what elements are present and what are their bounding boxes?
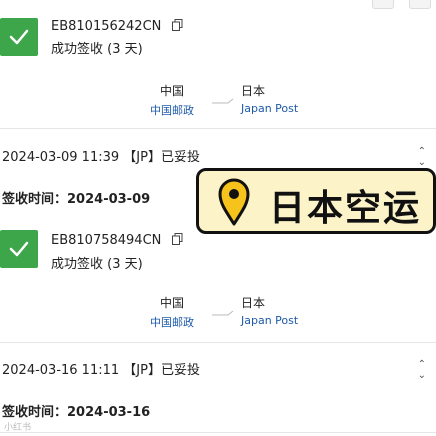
- route-arrow-icon: [211, 302, 235, 321]
- watermark: 小红书: [4, 423, 32, 433]
- route-arrow-icon: [211, 90, 235, 109]
- route-destination: 日本 Japan Post: [241, 294, 298, 327]
- signed-time: 签收时间：2024-03-16: [2, 405, 151, 420]
- expand-chevron-icon[interactable]: ⌃ ⌄: [418, 146, 426, 168]
- origin-carrier-link[interactable]: 中国邮政: [146, 102, 198, 118]
- divider: [0, 432, 436, 433]
- latest-event-row[interactable]: 2024-03-16 11:11 【JP】已妥投 ⌃ ⌄: [2, 359, 426, 381]
- delivery-status: 成功签收 (3 天): [51, 42, 143, 57]
- destination-country: 日本: [241, 296, 266, 310]
- route-origin: 中国 中国邮政: [146, 294, 198, 330]
- top-button-left[interactable]: [372, 0, 394, 9]
- route-origin: 中国 中国邮政: [146, 82, 198, 118]
- destination-carrier-link[interactable]: Japan Post: [241, 314, 298, 327]
- delivery-status: 成功签收 (3 天): [51, 257, 143, 272]
- delivered-check-icon: [0, 230, 38, 268]
- origin-country: 中国: [159, 296, 184, 310]
- route-destination: 日本 Japan Post: [241, 82, 298, 115]
- expand-chevron-icon[interactable]: ⌃ ⌄: [418, 359, 426, 381]
- copy-icon[interactable]: [171, 19, 183, 35]
- copy-icon[interactable]: [171, 233, 183, 249]
- delivered-check-icon: [0, 18, 38, 56]
- origin-carrier-link[interactable]: 中国邮政: [146, 314, 198, 330]
- tracking-number: EB810758494CN: [51, 233, 183, 249]
- signed-time: 签收时间：2024-03-09: [2, 192, 151, 207]
- overlay-badge: 日本空运: [196, 168, 436, 234]
- top-button-right[interactable]: [409, 0, 431, 9]
- divider: [0, 342, 436, 343]
- latest-event: 2024-03-16 11:11 【JP】已妥投: [2, 363, 200, 378]
- destination-carrier-link[interactable]: Japan Post: [241, 102, 298, 115]
- latest-event-row[interactable]: 2024-03-09 11:39 【JP】已妥投 ⌃ ⌄: [2, 146, 426, 168]
- overlay-title: 日本空运: [269, 188, 422, 229]
- origin-country: 中国: [159, 84, 184, 98]
- tracking-number: EB810156242CN: [51, 19, 183, 35]
- divider: [0, 128, 436, 129]
- map-pin-icon: [217, 177, 251, 231]
- destination-country: 日本: [241, 84, 266, 98]
- latest-event: 2024-03-09 11:39 【JP】已妥投: [2, 150, 200, 165]
